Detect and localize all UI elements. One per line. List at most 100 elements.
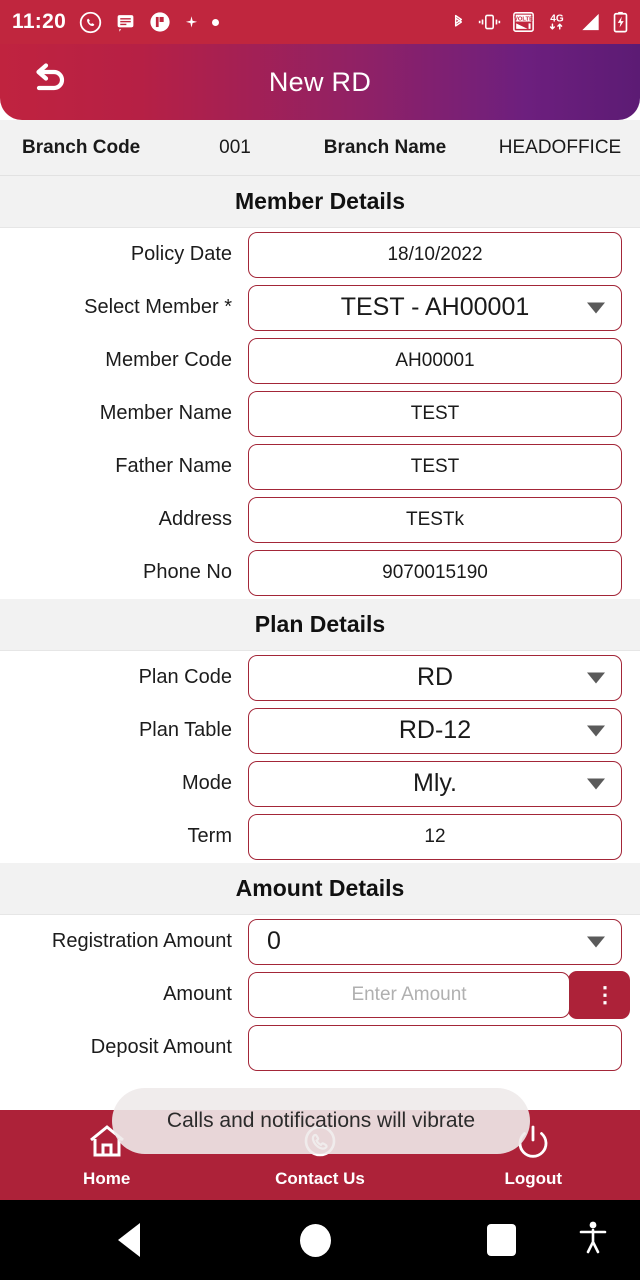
form-container: Member Details Policy Date 18/10/2022 Selec… bbox=[0, 176, 640, 1074]
field-label: Select Member * bbox=[84, 296, 232, 318]
toast-message: Calls and notifications will vibrate bbox=[112, 1088, 530, 1154]
signal-icon bbox=[579, 12, 602, 32]
text-field[interactable] bbox=[248, 1024, 622, 1071]
field-label: Address bbox=[158, 508, 232, 530]
field-label: Member Name bbox=[99, 402, 232, 424]
nav-label-contact-us: Contact Us bbox=[275, 1169, 365, 1188]
more-options-icon: ⋮ bbox=[594, 981, 616, 1007]
field-label: Plan Code bbox=[138, 666, 232, 688]
text-field[interactable]: TESTk bbox=[248, 496, 622, 543]
amount-options-button[interactable]: ⋮ bbox=[568, 970, 630, 1019]
text-field[interactable]: 9070015190 bbox=[248, 549, 622, 596]
form-row: Plan Code RD bbox=[0, 651, 640, 704]
chevron-down-icon bbox=[587, 725, 605, 736]
app-icon bbox=[149, 11, 171, 33]
volte-icon: VOLTE bbox=[512, 11, 535, 33]
whatsapp-icon bbox=[79, 11, 102, 34]
app-root: 11:20 VOLTE 4G New RD Branch Code 001 Br… bbox=[0, 0, 640, 1280]
text-field[interactable]: 12 bbox=[248, 813, 622, 860]
form-row: Mode Mly. bbox=[0, 757, 640, 810]
field-value: TEST bbox=[410, 402, 460, 424]
branch-name-label: Branch Name bbox=[323, 136, 447, 158]
4g-icon: 4G bbox=[546, 11, 568, 33]
form-row: Member Code AH00001 bbox=[0, 334, 640, 387]
bluetooth-icon bbox=[450, 11, 467, 33]
field-value: 18/10/2022 bbox=[387, 243, 483, 265]
field-value: TEST bbox=[410, 455, 460, 477]
select-field[interactable]: 0 bbox=[248, 918, 622, 965]
section-header: Plan Details bbox=[0, 599, 640, 651]
field-label: Policy Date bbox=[130, 243, 232, 265]
field-label: Registration Amount bbox=[51, 930, 232, 952]
svg-text:4G: 4G bbox=[550, 14, 564, 25]
branch-code-label: Branch Code bbox=[22, 136, 141, 158]
accessibility-icon bbox=[578, 1221, 608, 1260]
text-input[interactable]: Enter Amount bbox=[248, 971, 570, 1018]
form-row: Amount Enter Amount ⋮ bbox=[0, 968, 640, 1021]
field-value: AH00001 bbox=[395, 349, 475, 371]
status-bar-clock: 11:20 bbox=[12, 10, 67, 33]
app-header: New RD bbox=[0, 44, 640, 120]
select-field[interactable]: TEST - AH00001 bbox=[248, 284, 622, 331]
back-arrow-icon bbox=[26, 60, 70, 105]
field-value: RD-12 bbox=[398, 716, 472, 744]
message-icon bbox=[115, 12, 136, 33]
text-field[interactable]: TEST bbox=[248, 443, 622, 490]
form-row: Plan Table RD-12 bbox=[0, 704, 640, 757]
status-bar: 11:20 VOLTE 4G bbox=[0, 0, 640, 44]
svg-text:VOLTE: VOLTE bbox=[514, 16, 533, 22]
form-row: Phone No 9070015190 bbox=[0, 546, 640, 599]
text-field[interactable]: 18/10/2022 bbox=[248, 231, 622, 278]
form-row: Address TESTk bbox=[0, 493, 640, 546]
recents-square-icon bbox=[487, 1224, 516, 1256]
chevron-down-icon bbox=[587, 778, 605, 789]
vibrate-icon bbox=[478, 12, 501, 32]
form-row: Term 12 bbox=[0, 810, 640, 863]
status-bar-right: VOLTE 4G bbox=[450, 11, 628, 33]
form-row: Registration Amount 0 bbox=[0, 915, 640, 968]
field-label: Deposit Amount bbox=[90, 1036, 232, 1058]
field-label: Amount bbox=[163, 983, 232, 1005]
form-row: Policy Date 18/10/2022 bbox=[0, 228, 640, 281]
text-field[interactable]: TEST bbox=[248, 390, 622, 437]
field-label: Mode bbox=[181, 772, 232, 794]
chevron-down-icon bbox=[587, 302, 605, 313]
home-circle-icon bbox=[300, 1223, 331, 1257]
select-field[interactable]: RD-12 bbox=[248, 707, 622, 754]
field-value: 12 bbox=[424, 825, 446, 847]
branch-code-value: 001 bbox=[219, 136, 251, 158]
field-value: Enter Amount bbox=[351, 983, 467, 1005]
status-bar-left: 11:20 bbox=[12, 10, 220, 34]
field-value: RD bbox=[416, 663, 454, 691]
android-back-button[interactable] bbox=[118, 1223, 140, 1257]
nav-label-logout: Logout bbox=[504, 1169, 563, 1188]
select-field[interactable]: Mly. bbox=[248, 760, 622, 807]
sparkle-icon bbox=[184, 15, 199, 30]
field-value: Mly. bbox=[413, 769, 457, 797]
android-accessibility-button[interactable] bbox=[578, 1220, 608, 1261]
section-header: Member Details bbox=[0, 176, 640, 228]
branch-info-row: Branch Code 001 Branch Name HEADOFFICE bbox=[0, 120, 640, 176]
dot-icon bbox=[212, 18, 220, 26]
form-row: Deposit Amount bbox=[0, 1021, 640, 1074]
section-header: Amount Details bbox=[0, 863, 640, 915]
chevron-down-icon bbox=[587, 936, 605, 947]
android-home-button[interactable] bbox=[300, 1223, 331, 1257]
field-label: Plan Table bbox=[138, 719, 232, 741]
field-label: Term bbox=[187, 825, 232, 847]
field-value: 9070015190 bbox=[382, 561, 488, 583]
android-system-nav bbox=[0, 1200, 640, 1280]
field-label: Phone No bbox=[143, 561, 232, 583]
nav-label-home: Home bbox=[83, 1169, 131, 1188]
text-field[interactable]: AH00001 bbox=[248, 337, 622, 384]
form-row: Select Member * TEST - AH00001 bbox=[0, 281, 640, 334]
field-value: TEST - AH00001 bbox=[340, 293, 530, 321]
back-triangle-icon bbox=[118, 1223, 140, 1257]
select-field[interactable]: RD bbox=[248, 654, 622, 701]
android-recents-button[interactable] bbox=[487, 1224, 516, 1256]
battery-charging-icon bbox=[613, 11, 628, 33]
back-button[interactable] bbox=[22, 56, 74, 108]
form-row: Father Name TEST bbox=[0, 440, 640, 493]
branch-name-value: HEADOFFICE bbox=[498, 136, 622, 158]
field-value: TESTk bbox=[405, 508, 465, 530]
